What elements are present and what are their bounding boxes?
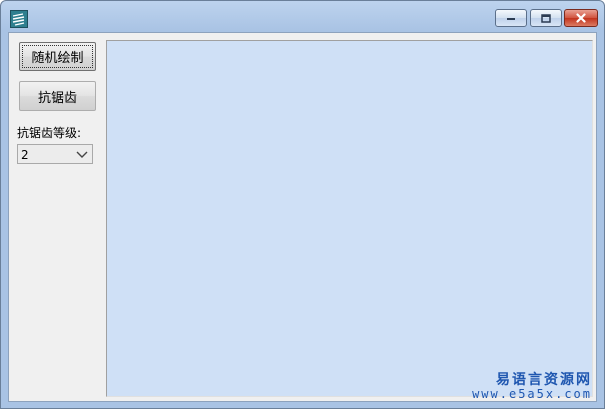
random-draw-button[interactable]: 随机绘制 bbox=[19, 42, 96, 71]
app-icon[interactable] bbox=[10, 10, 28, 28]
maximize-button[interactable] bbox=[530, 9, 562, 27]
antialias-level-label: 抗锯齿等级: bbox=[17, 126, 82, 140]
antialias-level-select[interactable]: 2 bbox=[17, 144, 93, 164]
drawing-canvas[interactable] bbox=[106, 40, 593, 397]
maximize-icon bbox=[541, 13, 551, 23]
antialias-level-value: 2 bbox=[21, 148, 29, 162]
watermark-url: www.e5a5x.com bbox=[472, 387, 592, 402]
minimize-icon bbox=[507, 18, 515, 20]
minimize-button[interactable] bbox=[495, 9, 527, 27]
close-button[interactable] bbox=[564, 9, 598, 27]
watermark-title: 易语言资源网 bbox=[496, 372, 592, 389]
client-area: 随机绘制 抗锯齿 抗锯齿等级: 2 bbox=[8, 32, 597, 402]
antialias-button[interactable]: 抗锯齿 bbox=[19, 81, 96, 111]
close-icon bbox=[576, 13, 586, 23]
app-window: 随机绘制 抗锯齿 抗锯齿等级: 2 易语言资源网 www.e5a5x.com bbox=[0, 0, 605, 409]
chevron-down-icon bbox=[76, 151, 88, 158]
title-bar[interactable] bbox=[1, 1, 604, 35]
watermark: 易语言资源网 www.e5a5x.com bbox=[472, 372, 592, 402]
